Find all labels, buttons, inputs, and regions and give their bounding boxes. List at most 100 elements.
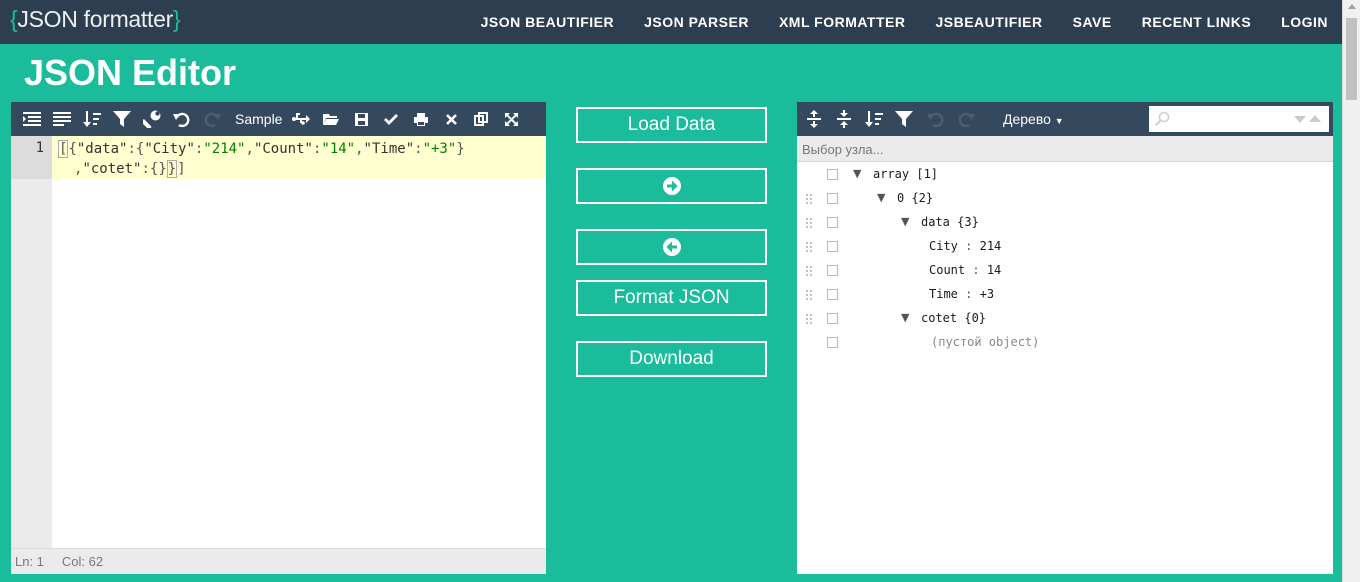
tree-row[interactable]: ▼ cotet {0}	[797, 307, 1333, 331]
tree-undo-icon	[921, 102, 951, 136]
redo-icon	[197, 102, 227, 136]
node-menu-checkbox[interactable]	[827, 169, 838, 180]
tree-search-input[interactable]	[1149, 106, 1329, 132]
format-json-button[interactable]: Format JSON	[576, 280, 767, 316]
node-key[interactable]: cotet	[921, 311, 957, 325]
drag-handle-icon[interactable]	[805, 217, 813, 229]
expand-all-icon[interactable]	[799, 102, 829, 136]
nav-login[interactable]: LOGIN	[1281, 14, 1328, 30]
nav-json-parser[interactable]: JSON PARSER	[644, 14, 749, 30]
active-line-gutter	[11, 136, 52, 179]
empty-object-note: (пустой object)	[931, 335, 1040, 349]
sample-button[interactable]: Sample	[235, 111, 282, 127]
save-icon[interactable]	[346, 102, 376, 136]
scroll-up-arrow-icon[interactable]	[1348, 4, 1356, 9]
nav-save[interactable]: SAVE	[1073, 14, 1112, 30]
tree-node-label[interactable]: Count : 14	[929, 263, 1001, 277]
search-next-icon[interactable]	[1294, 116, 1306, 123]
copy-icon[interactable]	[466, 102, 496, 136]
sort-icon[interactable]	[77, 102, 107, 136]
drag-handle-icon[interactable]	[805, 193, 813, 205]
tree-filter-icon[interactable]	[889, 102, 919, 136]
node-menu-checkbox[interactable]	[827, 265, 838, 276]
drag-handle-icon[interactable]	[805, 265, 813, 277]
status-line: Ln: 1	[15, 554, 44, 569]
node-child-count: [1]	[909, 167, 939, 181]
nav-xml-formatter[interactable]: XML FORMATTER	[779, 14, 906, 30]
line-number: 1	[35, 140, 44, 156]
fullscreen-icon[interactable]	[496, 102, 526, 136]
line-gutter: 1	[11, 136, 52, 548]
logo-brace-close: }	[172, 6, 181, 32]
page-title: JSON Editor	[24, 52, 237, 93]
node-breadcrumb[interactable]: Выбор узла...	[797, 136, 1333, 162]
check-icon[interactable]	[376, 102, 406, 136]
code-editor-panel: Sample 1 [{"data":{"City":"214","Count":…	[11, 102, 546, 574]
format-icon[interactable]	[17, 102, 47, 136]
tree-node-label[interactable]: Time : +3	[929, 287, 994, 301]
tree-sort-icon[interactable]	[859, 102, 889, 136]
tree-row[interactable]: Time : +3	[797, 283, 1333, 307]
nav-recent-links[interactable]: RECENT LINKS	[1142, 14, 1251, 30]
tree-row[interactable]: ▼ array [1]	[797, 163, 1333, 187]
logo-text: JSON formatter	[17, 6, 173, 32]
node-key[interactable]: array	[873, 167, 909, 181]
load-data-button[interactable]: Load Data	[576, 107, 767, 143]
convert-left-button[interactable]	[576, 229, 767, 265]
tree-row[interactable]: ▼ data {3}	[797, 211, 1333, 235]
compact-icon[interactable]	[47, 102, 77, 136]
tree-row[interactable]: Count : 14	[797, 259, 1333, 283]
open-folder-icon[interactable]	[316, 102, 346, 136]
node-key[interactable]: Time	[929, 287, 958, 301]
drag-handle-icon[interactable]	[805, 313, 813, 325]
node-value[interactable]: 214	[980, 239, 1002, 253]
print-icon[interactable]	[406, 102, 436, 136]
undo-icon[interactable]	[167, 102, 197, 136]
tree-node-label[interactable]: data {3}	[921, 215, 979, 229]
node-menu-checkbox[interactable]	[827, 289, 838, 300]
node-child-count: {0}	[957, 311, 987, 325]
tree-row[interactable]: (пустой object)	[797, 331, 1333, 355]
tree-node-label[interactable]: 0 {2}	[897, 191, 933, 205]
node-menu-checkbox[interactable]	[827, 337, 838, 348]
tree-node-label[interactable]: City : 214	[929, 239, 1001, 253]
expand-caret-icon[interactable]: ▼	[853, 167, 861, 180]
expand-caret-icon[interactable]: ▼	[901, 215, 909, 228]
node-menu-checkbox[interactable]	[827, 193, 838, 204]
drag-handle-icon[interactable]	[805, 289, 813, 301]
node-menu-checkbox[interactable]	[827, 217, 838, 228]
usb-icon[interactable]	[286, 102, 316, 136]
node-value[interactable]: +3	[980, 287, 994, 301]
page-scrollbar[interactable]	[1342, 0, 1360, 582]
clear-icon[interactable]	[436, 102, 466, 136]
search-prev-icon[interactable]	[1309, 115, 1321, 122]
tree-node-label[interactable]: cotet {0}	[921, 311, 986, 325]
convert-right-button[interactable]	[576, 168, 767, 204]
expand-caret-icon[interactable]: ▼	[901, 311, 909, 324]
node-menu-checkbox[interactable]	[827, 241, 838, 252]
tree-row[interactable]: ▼ 0 {2}	[797, 187, 1333, 211]
expand-caret-icon[interactable]: ▼	[877, 191, 885, 204]
site-logo[interactable]: {JSON formatter}	[10, 6, 181, 33]
nav-jsbeautifier[interactable]: JSBEAUTIFIER	[935, 14, 1042, 30]
node-key[interactable]: data	[921, 215, 950, 229]
download-button[interactable]: Download	[576, 341, 767, 377]
node-key[interactable]: City	[929, 239, 958, 253]
node-menu-checkbox[interactable]	[827, 313, 838, 324]
tree-view-panel: Дерево ▼ Выбор узла... ▼ array [1] ▼ 0 {2} ▼…	[797, 102, 1333, 574]
node-key[interactable]: Count	[929, 263, 965, 277]
node-value[interactable]: 14	[987, 263, 1001, 277]
code-line-1: [{"data":{"City":"214","Count":"14","Tim…	[58, 140, 465, 158]
scrollbar-thumb[interactable]	[1346, 18, 1357, 100]
tree-node-label[interactable]: array [1]	[873, 167, 938, 181]
status-column: Col: 62	[61, 554, 104, 569]
tree-row[interactable]: City : 214	[797, 235, 1333, 259]
code-input[interactable]: [{"data":{"City":"214","Count":"14","Tim…	[52, 136, 546, 548]
repair-icon[interactable]	[137, 102, 167, 136]
filter-icon[interactable]	[107, 102, 137, 136]
view-mode-dropdown[interactable]: Дерево ▼	[1003, 111, 1064, 127]
drag-handle-icon[interactable]	[805, 241, 813, 253]
collapse-all-icon[interactable]	[829, 102, 859, 136]
nav-json-beautifier[interactable]: JSON BEAUTIFIER	[481, 14, 615, 30]
caret-down-icon: ▼	[1054, 116, 1064, 126]
